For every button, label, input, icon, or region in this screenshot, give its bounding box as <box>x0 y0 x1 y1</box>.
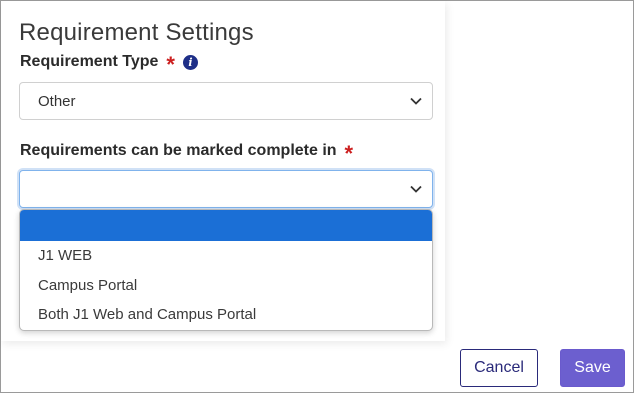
requirement-type-label-row: Requirement Type * i <box>20 52 198 77</box>
chevron-down-icon <box>410 97 422 105</box>
dropdown-option-j1-web[interactable]: J1 WEB <box>20 241 432 271</box>
requirement-type-value: Other <box>38 92 76 110</box>
dropdown-option-campus-portal[interactable]: Campus Portal <box>20 271 432 301</box>
dialog-frame: Requirement Settings Requirement Type * … <box>0 0 634 393</box>
requirement-type-label: Requirement Type <box>20 53 159 70</box>
requirement-type-select[interactable]: Other <box>19 82 433 120</box>
info-icon[interactable]: i <box>182 54 198 70</box>
dropdown-option-blank[interactable] <box>20 210 432 241</box>
required-asterisk: * <box>344 141 354 166</box>
save-button[interactable]: Save <box>560 349 625 387</box>
complete-in-select[interactable] <box>19 170 433 208</box>
dialog-title: Requirement Settings <box>19 19 254 46</box>
dropdown-option-both[interactable]: Both J1 Web and Campus Portal <box>20 300 432 330</box>
cancel-button[interactable]: Cancel <box>460 349 538 387</box>
complete-in-dropdown-list: J1 WEB Campus Portal Both J1 Web and Cam… <box>19 209 433 331</box>
chevron-down-icon <box>410 185 422 193</box>
complete-in-label: Requirements can be marked complete in <box>20 142 337 159</box>
required-asterisk: * <box>166 52 175 77</box>
complete-in-label-row: Requirements can be marked complete in * <box>20 141 354 166</box>
